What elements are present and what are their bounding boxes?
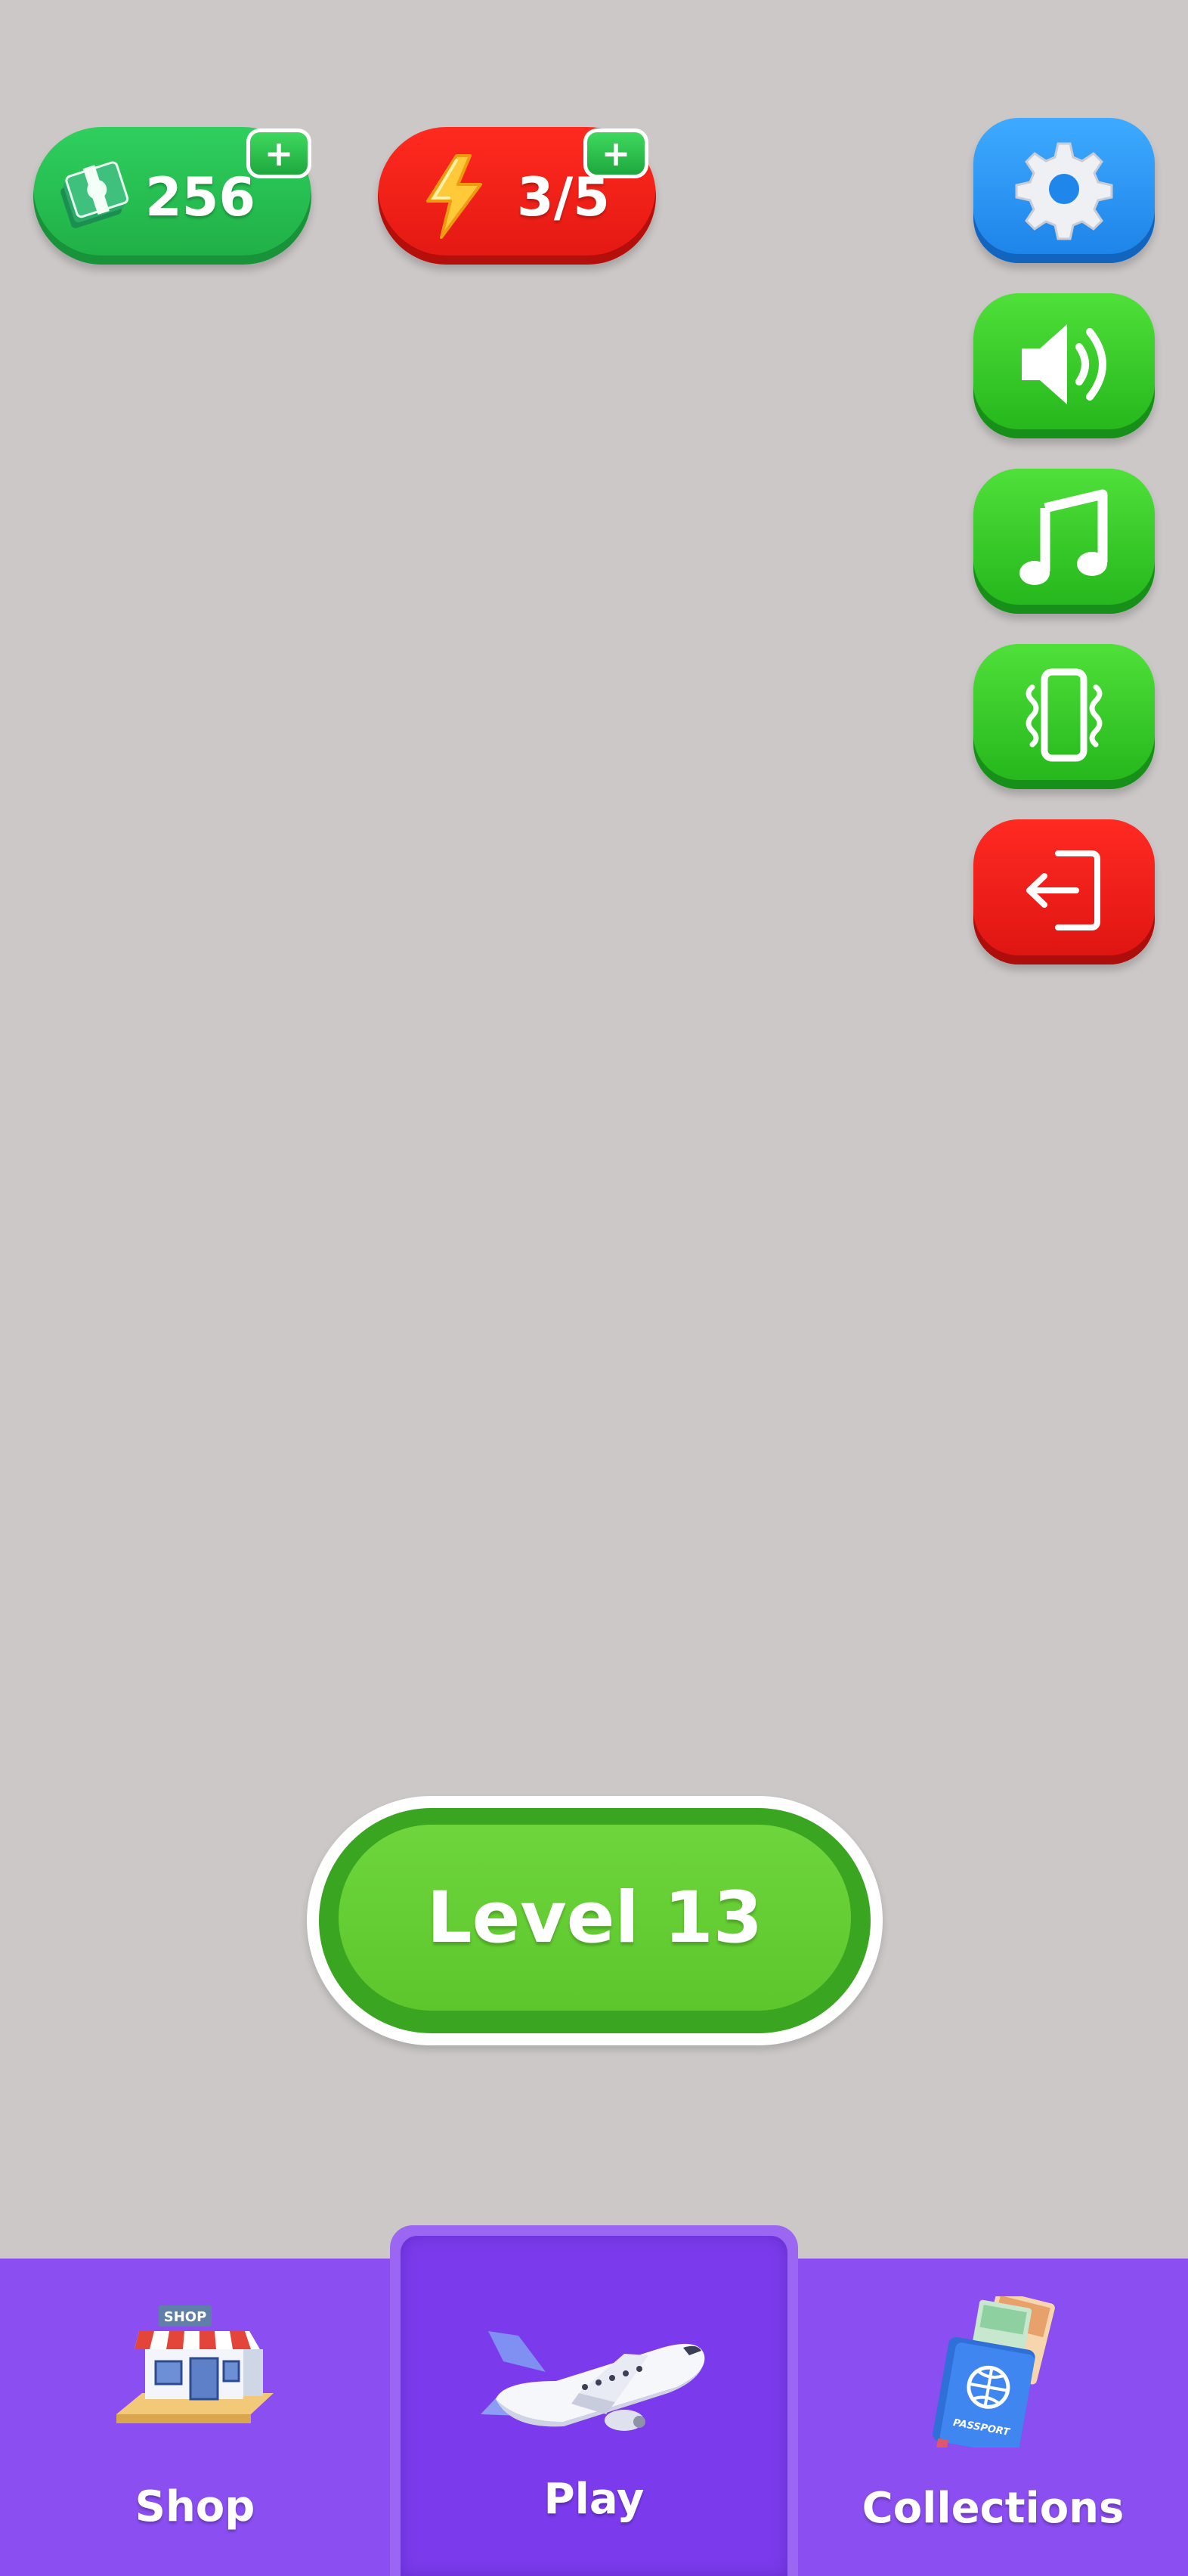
passport-icon: PASSPORT	[917, 2290, 1069, 2455]
level-play-button[interactable]: Level 13	[307, 1796, 883, 2045]
add-energy-button[interactable]: +	[583, 128, 648, 178]
add-cash-button[interactable]: +	[246, 128, 311, 178]
tab-shop-label: Shop	[135, 2482, 255, 2531]
tab-play-panel: Play	[401, 2236, 787, 2576]
level-button-rim: Level 13	[319, 1808, 871, 2033]
cash-counter[interactable]: 256 +	[33, 127, 311, 265]
cash-value: 256	[145, 166, 256, 228]
exit-door-icon	[1011, 841, 1117, 943]
airplane-icon	[473, 2308, 715, 2448]
tab-collections[interactable]: PASSPORT Collections	[798, 2259, 1188, 2576]
shop-building-icon: SHOP	[112, 2301, 278, 2440]
settings-button[interactable]	[973, 118, 1155, 263]
cash-stack-icon	[50, 153, 141, 243]
tab-collections-label: Collections	[862, 2484, 1125, 2533]
sound-button[interactable]	[973, 293, 1155, 438]
level-label: Level 13	[426, 1876, 763, 1959]
tab-play[interactable]: Play	[390, 2225, 798, 2576]
music-note-icon	[1015, 487, 1113, 596]
music-button[interactable]	[973, 469, 1155, 614]
tab-play-label: Play	[543, 2475, 645, 2524]
shop-sign-text: SHOP	[164, 2309, 207, 2325]
speaker-icon	[1011, 315, 1117, 416]
level-button-face: Level 13	[339, 1825, 851, 2011]
tab-shop[interactable]: SHOP Shop	[0, 2259, 390, 2576]
lightning-bolt-icon	[420, 153, 488, 243]
exit-button[interactable]	[973, 819, 1155, 964]
vibration-button[interactable]	[973, 644, 1155, 789]
gear-icon	[1011, 136, 1117, 245]
vibration-phone-icon	[1011, 666, 1117, 767]
energy-counter[interactable]: 3/5 +	[378, 127, 656, 265]
